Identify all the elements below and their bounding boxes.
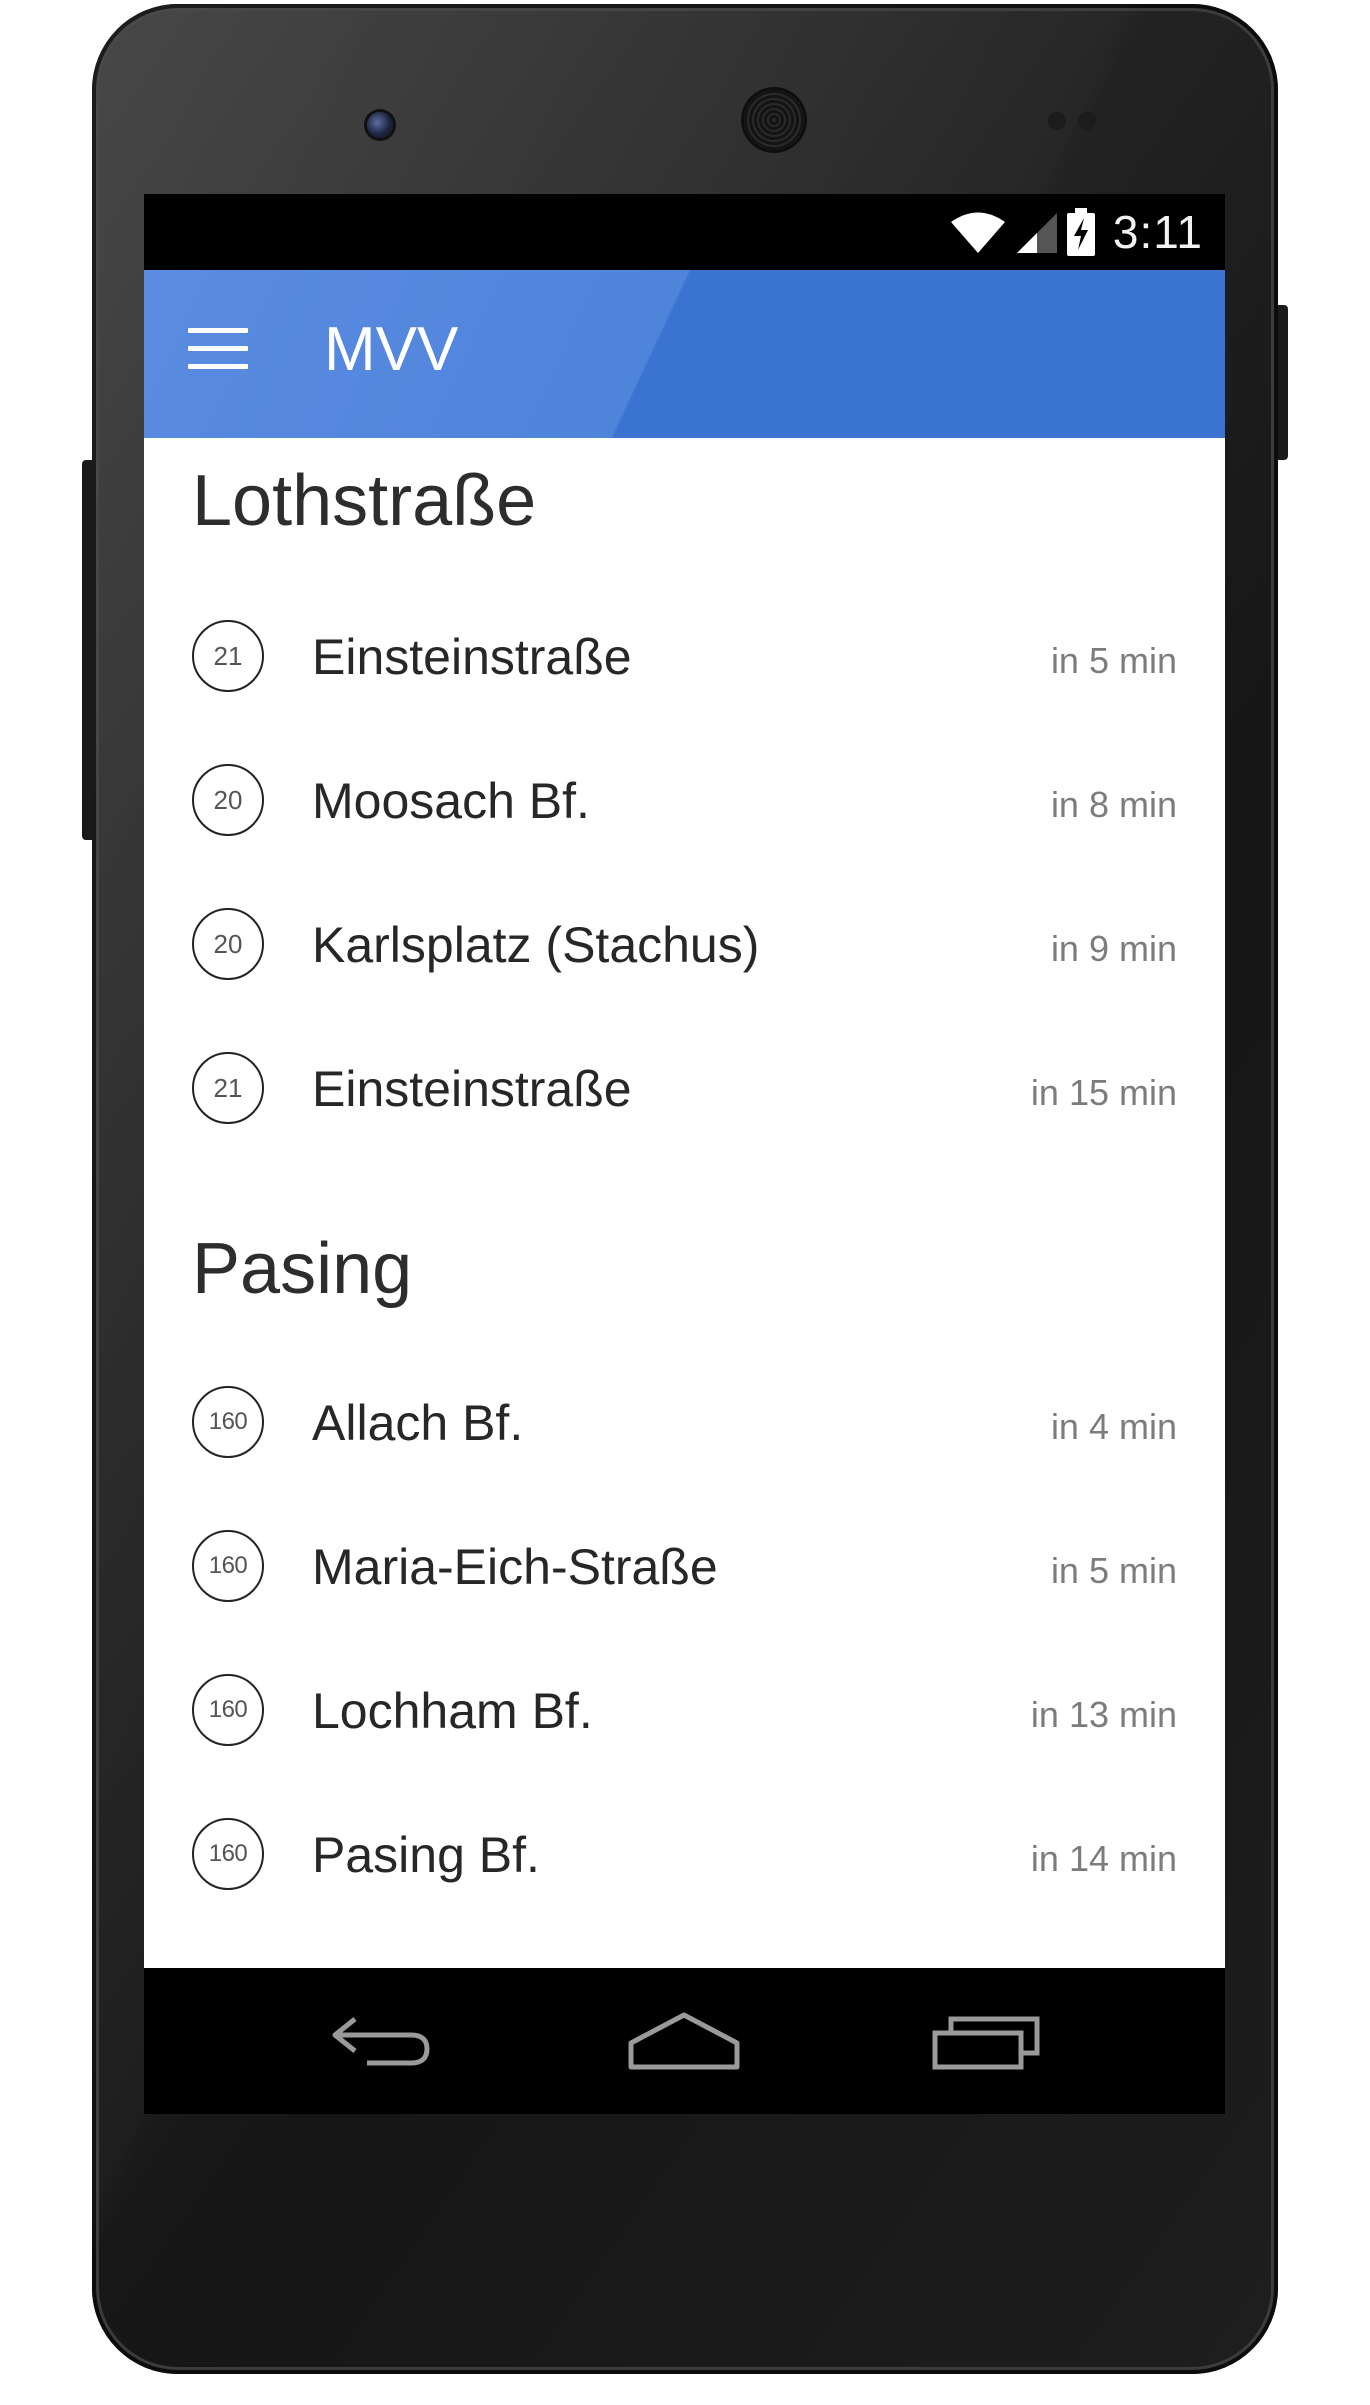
navigation-bar [144,1968,1225,2114]
status-time: 3:11 [1112,206,1203,258]
eta: in 8 min [1050,784,1177,825]
line-badge: 160 [192,1530,264,1602]
app-bar: MVV [144,270,1225,438]
departure-row[interactable]: 160 Pasing Bf. in 14 min [144,1784,1225,1924]
eta: in 15 min [1030,1072,1177,1113]
departure-row[interactable]: 21 Einsteinstraße in 5 min [144,586,1225,726]
destination: Karlsplatz (Stachus) [312,917,760,973]
signal-icon [1016,213,1057,253]
eta: in 13 min [1030,1694,1177,1735]
line-badge: 160 [192,1386,264,1458]
eta: in 5 min [1050,1550,1177,1591]
phone-body: 3:11 MVV Lothstraße 21 Einsteinstraße in… [92,4,1278,2374]
eta: in 14 min [1030,1838,1177,1879]
destination: Allach Bf. [312,1395,524,1451]
back-icon[interactable] [322,1998,442,2084]
eta: in 5 min [1050,640,1177,681]
home-icon[interactable] [624,1998,744,2084]
departures-list: Lothstraße 21 Einsteinstraße in 5 min 20… [144,438,1225,1968]
departure-row[interactable]: 20 Moosach Bf. in 8 min [144,730,1225,870]
destination: Maria-Eich-Straße [312,1539,718,1595]
destination: Einsteinstraße [312,1061,632,1117]
section-title: Pasing [192,1229,413,1309]
section-title: Lothstraße [192,461,537,541]
departure-row[interactable]: 21 Einsteinstraße in 15 min [144,1018,1225,1158]
screen: 3:11 MVV Lothstraße 21 Einsteinstraße in… [144,194,1225,2114]
destination: Einsteinstraße [312,629,632,685]
battery-charging-icon [1066,208,1095,256]
line-badge: 20 [192,764,264,836]
destination: Moosach Bf. [312,773,590,829]
app-title: MVV [324,315,459,384]
line-badge: 21 [192,1052,264,1124]
line-badge: 21 [192,620,264,692]
departure-row[interactable]: 160 Allach Bf. in 4 min [144,1352,1225,1492]
earpiece-speaker [744,90,804,150]
front-camera-icon [367,112,393,138]
eta: in 9 min [1050,928,1177,969]
departure-row[interactable]: 20 Karlsplatz (Stachus) in 9 min [144,874,1225,1014]
destination: Pasing Bf. [312,1827,540,1883]
line-badge: 160 [192,1818,264,1890]
proximity-sensor [1048,112,1066,130]
destination: Lochham Bf. [312,1683,593,1739]
wifi-icon [950,212,1005,253]
line-badge: 160 [192,1674,264,1746]
light-sensor [1078,112,1096,130]
departure-row[interactable]: 160 Lochham Bf. in 13 min [144,1640,1225,1780]
recents-icon[interactable] [926,1998,1046,2084]
menu-icon[interactable] [188,328,248,378]
device-mockup: 3:11 MVV Lothstraße 21 Einsteinstraße in… [0,0,1370,2405]
status-bar: 3:11 [144,194,1225,270]
eta: in 4 min [1050,1406,1177,1447]
departure-row[interactable]: 160 Maria-Eich-Straße in 5 min [144,1496,1225,1636]
line-badge: 20 [192,908,264,980]
